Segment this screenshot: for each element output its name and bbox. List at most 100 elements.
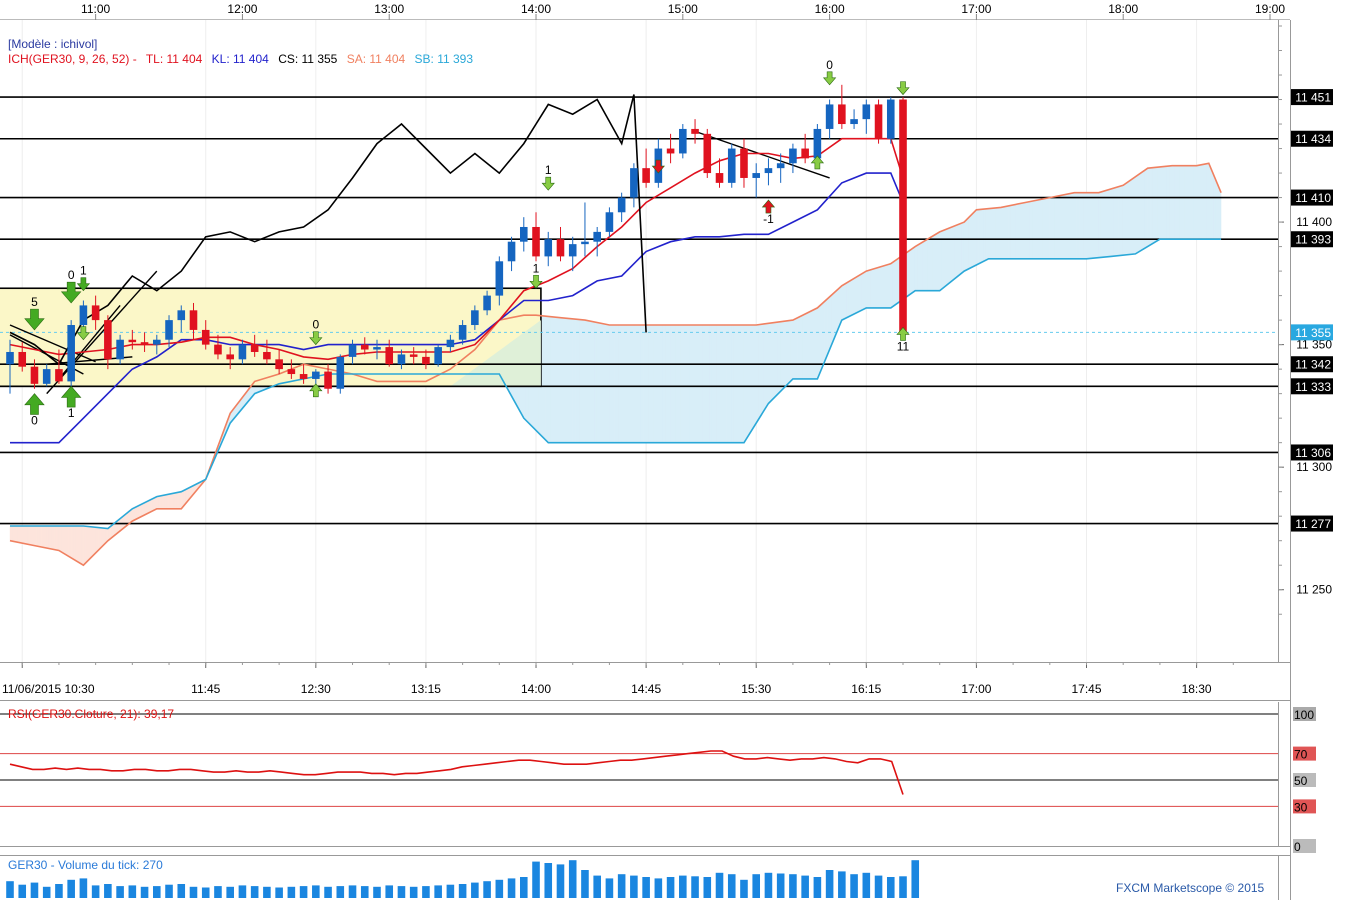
bottom-time-label: 14:45	[631, 682, 661, 696]
candle-body[interactable]	[495, 261, 504, 296]
candle-body[interactable]	[471, 310, 479, 326]
volume-bar	[55, 884, 63, 898]
candle-body[interactable]	[6, 351, 14, 365]
candle-body[interactable]	[30, 366, 39, 384]
signal-label: 1	[80, 264, 87, 278]
volume-bar	[299, 886, 308, 898]
candle-body[interactable]	[140, 342, 149, 345]
candle-body[interactable]	[250, 344, 259, 352]
candle-body[interactable]	[360, 344, 369, 350]
price-tag: 11 393	[1291, 231, 1333, 248]
candle-body[interactable]	[617, 197, 626, 213]
candle-body[interactable]	[91, 305, 100, 321]
candle-body[interactable]	[226, 354, 234, 360]
candle-body[interactable]	[691, 128, 699, 134]
candle-body[interactable]	[189, 310, 198, 330]
top-time-label: 12:00	[227, 2, 257, 16]
top-time-label: 15:00	[668, 2, 698, 16]
sa-label: SA: 11 404	[347, 52, 406, 66]
candle-body[interactable]	[715, 173, 724, 183]
candle-body[interactable]	[336, 356, 345, 389]
candle-body[interactable]	[287, 369, 296, 375]
candle-body[interactable]	[348, 344, 357, 357]
candle-body[interactable]	[312, 371, 320, 379]
candle-body[interactable]	[458, 325, 467, 340]
candle-body[interactable]	[789, 148, 797, 164]
candle-body[interactable]	[201, 329, 210, 345]
candle-body[interactable]	[532, 226, 540, 257]
candle-body[interactable]	[874, 104, 883, 139]
candle-body[interactable]	[409, 354, 418, 357]
volume-bar	[813, 877, 822, 898]
candle-body[interactable]	[385, 347, 394, 365]
candle-body[interactable]	[630, 168, 638, 198]
svg-text:11 410: 11 410	[1295, 191, 1331, 205]
candle-body[interactable]	[862, 104, 871, 120]
candle-body[interactable]	[42, 369, 51, 384]
volume-bar	[373, 886, 381, 898]
candle-body[interactable]	[67, 325, 75, 382]
svg-text:11 434: 11 434	[1295, 132, 1331, 146]
candle-body[interactable]	[373, 347, 381, 350]
candle-body[interactable]	[483, 295, 491, 311]
rsi-level-tag: 100	[1293, 707, 1316, 722]
candle-body[interactable]	[727, 148, 736, 183]
bottom-time-label: 11/06/2015 10:30	[2, 682, 95, 696]
candle-body[interactable]	[568, 244, 577, 257]
candle-body[interactable]	[581, 241, 589, 245]
candle-body[interactable]	[813, 128, 822, 159]
candle-body[interactable]	[850, 119, 858, 125]
candle-body[interactable]	[666, 148, 675, 154]
price-tag: 11 306	[1291, 444, 1333, 461]
candle-body[interactable]	[397, 354, 406, 365]
candle-body[interactable]	[116, 339, 124, 360]
candle-body[interactable]	[422, 356, 430, 365]
candle-body[interactable]	[605, 212, 614, 232]
candle-body[interactable]	[446, 339, 455, 348]
candle-body[interactable]	[544, 239, 553, 257]
volume-bar	[471, 882, 479, 898]
candle-body[interactable]	[642, 168, 650, 183]
candle-body[interactable]	[752, 173, 761, 178]
candle-body[interactable]	[519, 226, 528, 242]
candle-body[interactable]	[679, 128, 687, 154]
candle-body[interactable]	[104, 320, 112, 360]
candle-body[interactable]	[507, 241, 516, 262]
tl-label: TL: 11 404	[146, 52, 203, 66]
candle-body[interactable]	[740, 148, 748, 178]
candle-body[interactable]	[55, 369, 63, 382]
candle-body[interactable]	[838, 104, 846, 125]
candle-body[interactable]	[593, 231, 601, 242]
candle-body[interactable]	[177, 310, 186, 321]
volume-bar	[42, 886, 51, 898]
candle-body[interactable]	[556, 239, 565, 257]
candle-body[interactable]	[703, 133, 712, 174]
candle-body[interactable]	[434, 347, 442, 365]
candle-body[interactable]	[886, 99, 895, 139]
volume-bar	[6, 881, 14, 898]
candle-body[interactable]	[275, 359, 283, 370]
svg-text:30: 30	[1294, 800, 1308, 814]
candle-body[interactable]	[801, 148, 809, 159]
candle-body[interactable]	[18, 351, 27, 367]
price-tag: 11 333	[1291, 378, 1333, 395]
candle-body[interactable]	[299, 374, 308, 379]
candle-body[interactable]	[238, 344, 247, 360]
candle-body[interactable]	[128, 339, 137, 343]
candle-body[interactable]	[899, 99, 907, 333]
svg-text:100: 100	[1294, 708, 1314, 722]
volume-bar	[30, 882, 39, 898]
svg-text:0: 0	[1294, 840, 1301, 854]
candle-body[interactable]	[776, 163, 785, 169]
candle-body[interactable]	[214, 344, 222, 355]
candle-body[interactable]	[825, 104, 834, 129]
rsi-level-tag: 50	[1293, 773, 1316, 788]
candle-body[interactable]	[324, 371, 332, 389]
candle-body[interactable]	[153, 339, 161, 345]
volume-bar	[324, 886, 332, 898]
candle-body[interactable]	[165, 320, 173, 340]
candle-body[interactable]	[764, 168, 773, 174]
volume-bar	[764, 872, 773, 898]
candle-body[interactable]	[263, 351, 271, 360]
candle-body[interactable]	[79, 305, 88, 326]
